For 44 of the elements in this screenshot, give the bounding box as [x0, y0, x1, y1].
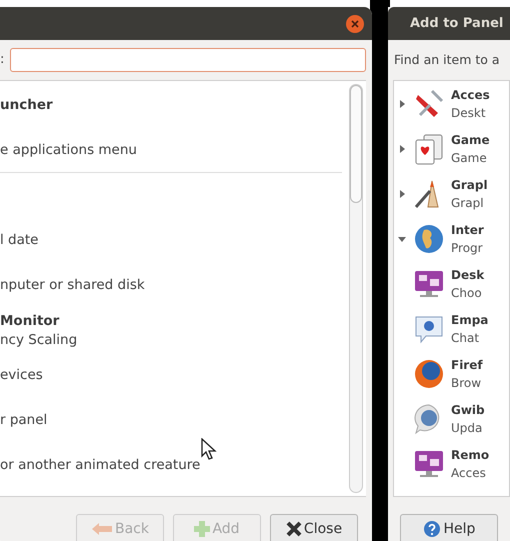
plus-icon — [194, 521, 210, 537]
left-arrow-icon — [91, 522, 113, 536]
prompt-text: Find an item to a — [393, 50, 501, 69]
item-name: Inter — [451, 222, 484, 238]
item-description: r panel — [0, 411, 48, 430]
item-description: ncy Scaling — [0, 330, 78, 350]
item-description: Progr — [451, 240, 484, 256]
window-title: Add to Panel — [410, 14, 504, 33]
help-icon — [422, 520, 441, 538]
close-button[interactable] — [346, 14, 364, 32]
mouse-pointer-icon — [200, 438, 218, 462]
item-name: Grapl — [451, 176, 488, 194]
item-description: Brow — [451, 374, 482, 392]
item-description: Upda — [451, 420, 484, 436]
item-name: Firef — [451, 356, 483, 374]
close-icon — [286, 521, 302, 537]
expand-arrow-icon[interactable] — [397, 98, 407, 108]
expand-arrow-icon[interactable] — [397, 188, 407, 198]
item-title: Monitor — [0, 312, 60, 330]
search-field[interactable] — [10, 48, 366, 72]
item-description: nputer or shared disk — [0, 276, 146, 295]
item-description: or another animated creature — [0, 456, 202, 475]
item-name: Empa — [451, 312, 488, 328]
item-name: Acces — [451, 86, 490, 104]
item-name: Remo — [451, 446, 490, 464]
item-name: Desk — [451, 266, 484, 284]
item-description: l date — [0, 231, 40, 250]
expand-arrow-icon[interactable] — [397, 144, 407, 154]
item-title: uncher — [0, 96, 54, 115]
item-description: evices — [0, 366, 44, 385]
item-description: Grapl — [451, 194, 485, 212]
close-button[interactable]: Close — [270, 514, 358, 541]
field-label: : — [0, 51, 4, 70]
help-button[interactable]: Help — [400, 514, 498, 541]
item-description: Game — [451, 150, 488, 166]
item-name: Game — [451, 132, 490, 148]
item-description: Acces — [451, 464, 487, 482]
close-icon — [351, 20, 359, 28]
item-description: Choo — [451, 284, 483, 302]
item-description: e applications menu — [0, 140, 138, 160]
item-name: Gwib — [451, 402, 485, 418]
item-description: Deskt — [451, 104, 487, 122]
item-description: Chat — [451, 330, 480, 346]
scrollbar-thumb[interactable] — [350, 85, 362, 203]
